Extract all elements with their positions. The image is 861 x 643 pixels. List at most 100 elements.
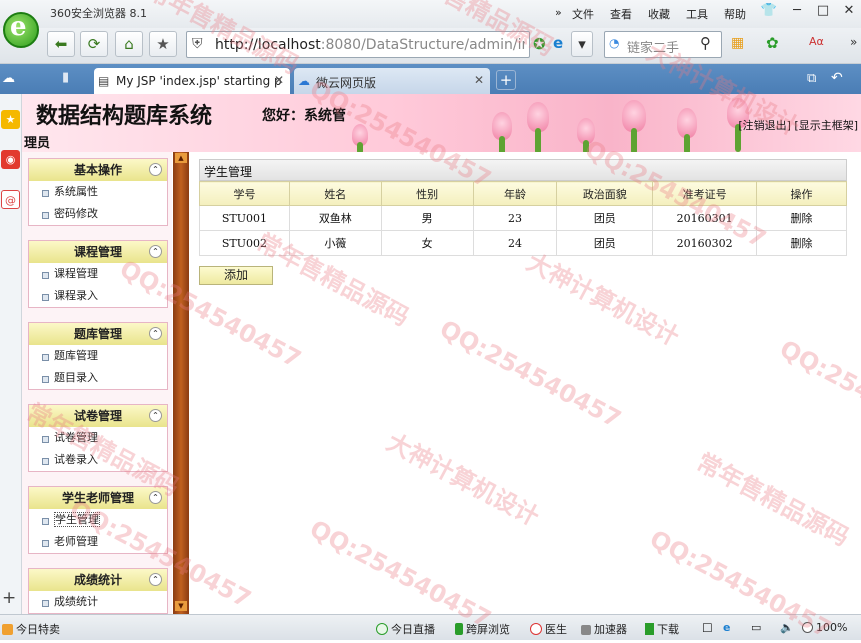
collapse-icon[interactable]: ⌃	[149, 163, 162, 176]
apps-icon[interactable]: ▦	[731, 35, 744, 51]
weibo-icon[interactable]: ◉	[1, 150, 20, 169]
header-links: [注销退出] [显示主框架]	[738, 117, 858, 133]
group-header[interactable]: 学生老师管理 ⌃	[29, 487, 167, 509]
collapse-icon[interactable]: ⌃	[149, 491, 162, 504]
tab-close-icon[interactable]: ✕	[474, 73, 484, 87]
scroll-up-icon[interactable]: ▲	[175, 153, 187, 163]
show-main-frame-link[interactable]: [显示主框架]	[794, 119, 858, 132]
group-header[interactable]: 试卷管理 ⌃	[29, 405, 167, 427]
delete-link[interactable]: 删除	[756, 230, 847, 256]
search-icon[interactable]: ⚲	[700, 34, 711, 52]
status-accelerator[interactable]: 加速器	[581, 621, 627, 637]
volume-icon[interactable]: 🔈	[780, 621, 794, 634]
group-header[interactable]: 基本操作 ⌃	[29, 159, 167, 181]
logout-link[interactable]: [注销退出]	[738, 119, 791, 132]
skin-icon[interactable]: 👕	[758, 3, 780, 21]
search-engine-icon[interactable]: ◔	[609, 36, 619, 50]
delete-link[interactable]: 删除	[756, 205, 847, 231]
status-deals[interactable]: 今日特卖	[2, 621, 60, 637]
ie-mode-icon[interactable]: e	[553, 34, 563, 52]
page-header: 数据结构题库系统 您好：系统管 理员 [注销退出] [显示主框架]	[22, 94, 861, 152]
system-title: 数据结构题库系统	[36, 103, 213, 129]
sidebar-item-course-manage[interactable]: 课程管理	[29, 263, 167, 285]
sidebar-item-student-manage[interactable]: 学生管理	[29, 509, 167, 531]
favorite-star-icon[interactable]: ★	[149, 31, 177, 57]
sidebar-item-score-stats[interactable]: 成绩统计	[29, 591, 167, 613]
secure-icon[interactable]: ✪	[533, 35, 546, 53]
cell-gender: 男	[380, 205, 474, 231]
sidebar-item-change-password[interactable]: 密码修改	[29, 203, 167, 225]
sidebar-item-paper-entry[interactable]: 试卷录入	[29, 449, 167, 471]
back-button[interactable]: ⬅	[47, 31, 75, 57]
tab-close-icon[interactable]: ✕	[274, 73, 284, 87]
translate-icon[interactable]: Aα	[809, 35, 824, 48]
new-tab-button[interactable]: +	[496, 70, 516, 90]
add-sidebar-icon[interactable]: +	[2, 588, 16, 608]
sidebar-item-question-manage[interactable]: 题库管理	[29, 345, 167, 367]
sidebar-group-course: 课程管理 ⌃ 课程管理 课程录入	[28, 240, 168, 308]
cell-political-status: 团员	[556, 230, 654, 256]
protection-icon[interactable]: ✿	[766, 34, 779, 52]
collapse-icon[interactable]: ⌃	[149, 245, 162, 258]
frame-splitter[interactable]: ▲ ▼	[173, 152, 189, 614]
menu-favorites[interactable]: 收藏	[648, 6, 670, 22]
address-bar[interactable]: ⛨ http://localhost:8080/DataStructure/ad…	[186, 31, 530, 58]
scroll-down-icon[interactable]: ▼	[175, 601, 187, 611]
status-live[interactable]: 今日直播	[376, 621, 435, 637]
cell-political-status: 团员	[556, 205, 654, 231]
group-header[interactable]: 题库管理 ⌃	[29, 323, 167, 345]
undo-close-icon[interactable]: ↶	[831, 70, 843, 86]
status-download[interactable]: 下载	[645, 621, 679, 637]
tab-weiyun[interactable]: ☁ 微云网页版 ✕	[294, 68, 490, 94]
shield-icon: ⛨	[192, 36, 203, 52]
maximize-button[interactable]: □	[812, 3, 834, 21]
status-tools-icon[interactable]: ☐	[702, 621, 713, 635]
minimize-button[interactable]: ─	[786, 3, 808, 21]
more-tools-icon[interactable]: »	[850, 35, 857, 49]
collapse-icon[interactable]: ⌃	[149, 573, 162, 586]
group-header[interactable]: 课程管理 ⌃	[29, 241, 167, 263]
col-exam-number: 准考证号	[652, 181, 758, 206]
browser-logo-icon: e	[3, 8, 39, 54]
window-tile-icon[interactable]: ⧉	[807, 71, 816, 86]
tab-index-jsp[interactable]: ▤ My JSP 'index.jsp' starting p ✕	[94, 68, 290, 94]
weiyun-icon: ☁	[298, 74, 310, 88]
mail-icon[interactable]: @	[1, 190, 20, 209]
address-dropdown-icon[interactable]: ▾	[571, 31, 593, 57]
sidebar-item-question-entry[interactable]: 题目录入	[29, 367, 167, 389]
ie-icon[interactable]: e	[723, 621, 730, 634]
menu-help[interactable]: 帮助	[724, 6, 746, 22]
sidebar-group-exam-paper: 试卷管理 ⌃ 试卷管理 试卷录入	[28, 404, 168, 472]
greeting-text: 您好：系统管	[262, 108, 346, 124]
cell-name: 双鱼林	[288, 205, 382, 231]
status-cross-screen[interactable]: 跨屏浏览	[455, 621, 510, 637]
favorites-star-icon[interactable]: ★	[1, 110, 20, 129]
close-window-button[interactable]: ✕	[838, 3, 860, 21]
tab-list-icon[interactable]: ▮	[62, 70, 69, 85]
status-doctor[interactable]: 医生	[530, 621, 567, 637]
sidebar-group-scores: 成绩统计 ⌃ 成绩统计	[28, 568, 168, 614]
cell-age: 23	[472, 205, 558, 231]
sidebar-item-system-properties[interactable]: 系统属性	[29, 181, 167, 203]
add-button[interactable]: 添加	[199, 266, 273, 285]
refresh-button[interactable]: ⟳	[80, 31, 108, 57]
col-age: 年龄	[472, 181, 558, 206]
menu-more[interactable]: »	[555, 6, 562, 19]
page-icon: ▤	[98, 74, 110, 88]
sidebar-item-course-entry[interactable]: 课程录入	[29, 285, 167, 307]
menu-file[interactable]: 文件	[572, 6, 594, 22]
table-header-row: 学号 姓名 性别 年龄 政治面貌 准考证号 操作	[199, 181, 847, 206]
cloud-icon[interactable]: ☁	[2, 71, 15, 86]
menu-tools[interactable]: 工具	[686, 6, 708, 22]
zoom-control[interactable]: 100%	[802, 621, 847, 634]
collapse-icon[interactable]: ⌃	[149, 327, 162, 340]
home-button[interactable]: ⌂	[115, 31, 143, 57]
screenshot-icon[interactable]: ▭	[751, 621, 761, 634]
main-content: 学生管理 学号 姓名 性别 年龄 政治面貌 准考证号 操作 STU001 双鱼林…	[189, 152, 861, 614]
sidebar-item-paper-manage[interactable]: 试卷管理	[29, 427, 167, 449]
menu-view[interactable]: 查看	[610, 6, 632, 22]
collapse-icon[interactable]: ⌃	[149, 409, 162, 422]
sidebar-item-teacher-manage[interactable]: 老师管理	[29, 531, 167, 553]
browser-title-bar: 360安全浏览器 8.1 » 文件 查看 收藏 工具 帮助 👕 ─ □ ✕	[0, 0, 861, 28]
group-header[interactable]: 成绩统计 ⌃	[29, 569, 167, 591]
